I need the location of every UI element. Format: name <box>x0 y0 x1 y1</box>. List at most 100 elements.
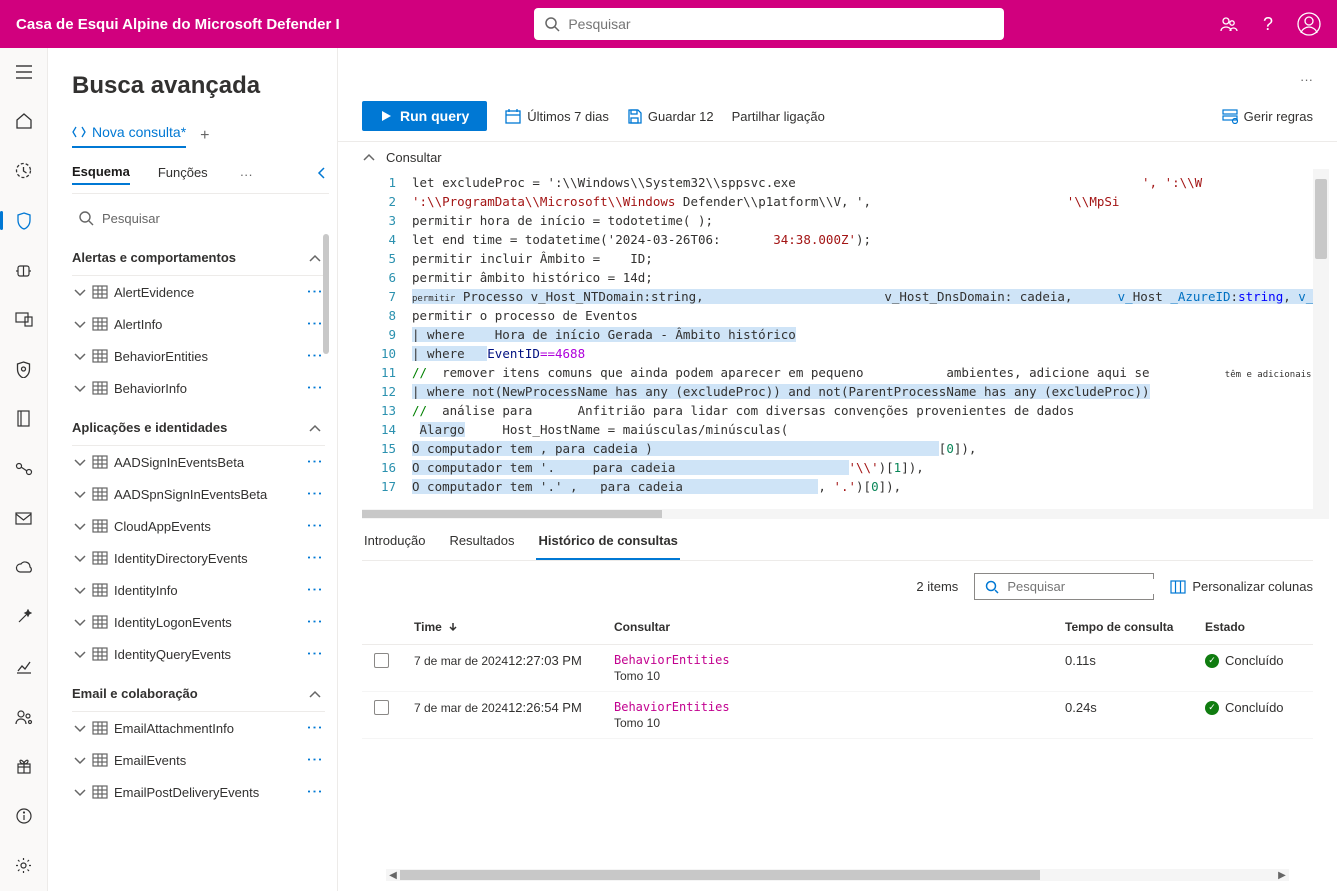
editor-hscroll[interactable] <box>362 509 1329 519</box>
row-checkbox[interactable] <box>374 700 389 715</box>
item-more-button[interactable]: ⋮ <box>305 348 325 365</box>
table-row[interactable]: 7 de mar de 202412:26:54 PM BehaviorEnti… <box>362 692 1313 739</box>
item-more-button[interactable]: ⋮ <box>305 614 325 631</box>
results-search[interactable] <box>974 573 1154 600</box>
share-link-button[interactable]: Partilhar ligação <box>732 109 825 124</box>
tab-history[interactable]: Histórico de consultas <box>536 523 679 560</box>
schema-table-item[interactable]: AlertInfo⋮ <box>72 308 325 340</box>
search-icon <box>544 16 560 32</box>
rail-settings[interactable] <box>8 852 40 880</box>
people-icon[interactable] <box>1219 14 1239 34</box>
scrollbar-thumb[interactable] <box>362 510 662 518</box>
time-range-button[interactable]: Últimos 7 dias <box>505 109 609 124</box>
rail-mail[interactable] <box>8 504 40 532</box>
rail-clock[interactable] <box>8 157 40 185</box>
schema-table-item[interactable]: AADSignInEventsBeta⋮ <box>72 446 325 478</box>
scroll-left-button[interactable]: ◀ <box>386 870 400 881</box>
tab-results[interactable]: Resultados <box>447 523 516 560</box>
rail-home[interactable] <box>8 108 40 136</box>
item-more-button[interactable]: ⋮ <box>305 454 325 471</box>
schema-table-item[interactable]: IdentityQueryEvents⋮ <box>72 638 325 670</box>
rail-wand[interactable] <box>8 604 40 632</box>
section-header[interactable]: Email e colaboração <box>72 682 325 712</box>
tab-schema[interactable]: Esquema <box>72 164 130 185</box>
schema-table-item[interactable]: EmailPostDeliveryEvents⋮ <box>72 776 325 808</box>
item-more-button[interactable]: ⋮ <box>305 518 325 535</box>
query-link[interactable]: BehaviorEntities <box>614 653 1041 667</box>
schema-table-item[interactable]: BehaviorEntities⋮ <box>72 340 325 372</box>
results-search-input[interactable] <box>1007 579 1183 594</box>
item-more-button[interactable]: ⋮ <box>305 752 325 769</box>
editor-vscroll[interactable] <box>1313 169 1329 509</box>
manage-rules-button[interactable]: Gerir regras <box>1222 109 1313 124</box>
item-more-button[interactable]: ⋮ <box>305 316 325 333</box>
table-row[interactable]: 7 de mar de 202412:27:03 PM BehaviorEnti… <box>362 645 1313 692</box>
schema-table-item[interactable]: EmailAttachmentInfo⋮ <box>72 712 325 744</box>
brand-label: Casa de Esqui Alpine do Microsoft Defend… <box>16 16 340 33</box>
rail-devices[interactable] <box>8 306 40 334</box>
rail-hamburger[interactable] <box>8 58 40 86</box>
item-more-button[interactable]: ⋮ <box>305 550 325 567</box>
add-tab-button[interactable]: + <box>200 127 209 145</box>
chevron-up-icon[interactable] <box>309 686 321 701</box>
item-more-button[interactable]: ⋮ <box>305 582 325 599</box>
schema-table-item[interactable]: IdentityInfo⋮ <box>72 574 325 606</box>
customize-columns-button[interactable]: Personalizar colunas <box>1170 579 1313 594</box>
global-search[interactable] <box>534 8 1004 40</box>
item-more-button[interactable]: ⋮ <box>305 486 325 503</box>
editor-code[interactable]: let excludeProc = ':\\Windows\\System32\… <box>406 169 1329 509</box>
item-more-button[interactable]: ⋮ <box>305 380 325 397</box>
rail-info[interactable] <box>8 802 40 830</box>
schema-table-item[interactable]: IdentityDirectoryEvents⋮ <box>72 542 325 574</box>
row-checkbox[interactable] <box>374 653 389 668</box>
col-qtime[interactable]: Tempo de consulta <box>1053 610 1193 645</box>
chevron-up-icon[interactable] <box>362 153 376 163</box>
rail-score[interactable] <box>8 356 40 384</box>
scrollbar-thumb[interactable] <box>400 870 1040 880</box>
schema-table-item[interactable]: EmailEvents⋮ <box>72 744 325 776</box>
col-query[interactable]: Consultar <box>602 610 1053 645</box>
collapse-schema-button[interactable] <box>315 166 329 183</box>
item-more-button[interactable]: ⋮ <box>305 284 325 301</box>
save-button[interactable]: Guardar 12 <box>627 109 714 124</box>
col-status[interactable]: Estado <box>1193 610 1313 645</box>
table-name: IdentityLogonEvents <box>114 615 232 630</box>
rail-people[interactable] <box>8 703 40 731</box>
schema-table-item[interactable]: CloudAppEvents⋮ <box>72 510 325 542</box>
section-header[interactable]: Alertas e comportamentos <box>72 246 325 276</box>
col-time[interactable]: Time <box>402 610 602 645</box>
rail-cloud[interactable] <box>8 554 40 582</box>
item-more-button[interactable]: ⋮ <box>305 720 325 737</box>
tab-intro[interactable]: Introdução <box>362 523 427 560</box>
schema-table-item[interactable]: AlertEvidence⋮ <box>72 276 325 308</box>
scrollbar-thumb[interactable] <box>1315 179 1327 259</box>
rail-gift[interactable] <box>8 752 40 780</box>
scroll-right-button[interactable]: ▶ <box>1275 870 1289 881</box>
rail-shield[interactable] <box>8 207 40 235</box>
code-editor[interactable]: 1234567891011121314151617 let excludePro… <box>362 169 1329 509</box>
rail-book[interactable] <box>8 405 40 433</box>
chevron-up-icon[interactable] <box>309 250 321 265</box>
schema-table-item[interactable]: IdentityLogonEvents ⋮ <box>72 606 325 638</box>
tab-new-query[interactable]: Nova consulta* <box>72 124 186 148</box>
page-more-button[interactable]: ··· <box>1276 48 1337 87</box>
query-link[interactable]: BehaviorEntities <box>614 700 1041 714</box>
results-hscroll[interactable]: ◀ ▶ <box>386 869 1289 881</box>
rail-connect[interactable] <box>8 455 40 483</box>
section-header[interactable]: Aplicações e identidades <box>72 416 325 446</box>
tab-functions[interactable]: Funções <box>158 165 208 184</box>
item-more-button[interactable]: ⋮ <box>305 784 325 801</box>
rail-bug[interactable] <box>8 256 40 284</box>
item-more-button[interactable]: ⋮ <box>305 646 325 663</box>
profile-icon[interactable] <box>1297 12 1321 36</box>
run-query-button[interactable]: Run query <box>362 101 487 131</box>
help-icon[interactable]: ? <box>1263 14 1273 35</box>
rail-chart[interactable] <box>8 653 40 681</box>
schema-search[interactable]: Pesquisar <box>72 202 329 234</box>
schema-tabs-more[interactable]: ··· <box>240 167 253 182</box>
chevron-up-icon[interactable] <box>309 420 321 435</box>
schema-table-item[interactable]: AADSpnSignInEventsBeta⋮ <box>72 478 325 510</box>
global-search-input[interactable] <box>568 16 994 32</box>
schema-table-item[interactable]: BehaviorInfo⋮ <box>72 372 325 404</box>
items-count: 2 items <box>916 579 958 594</box>
